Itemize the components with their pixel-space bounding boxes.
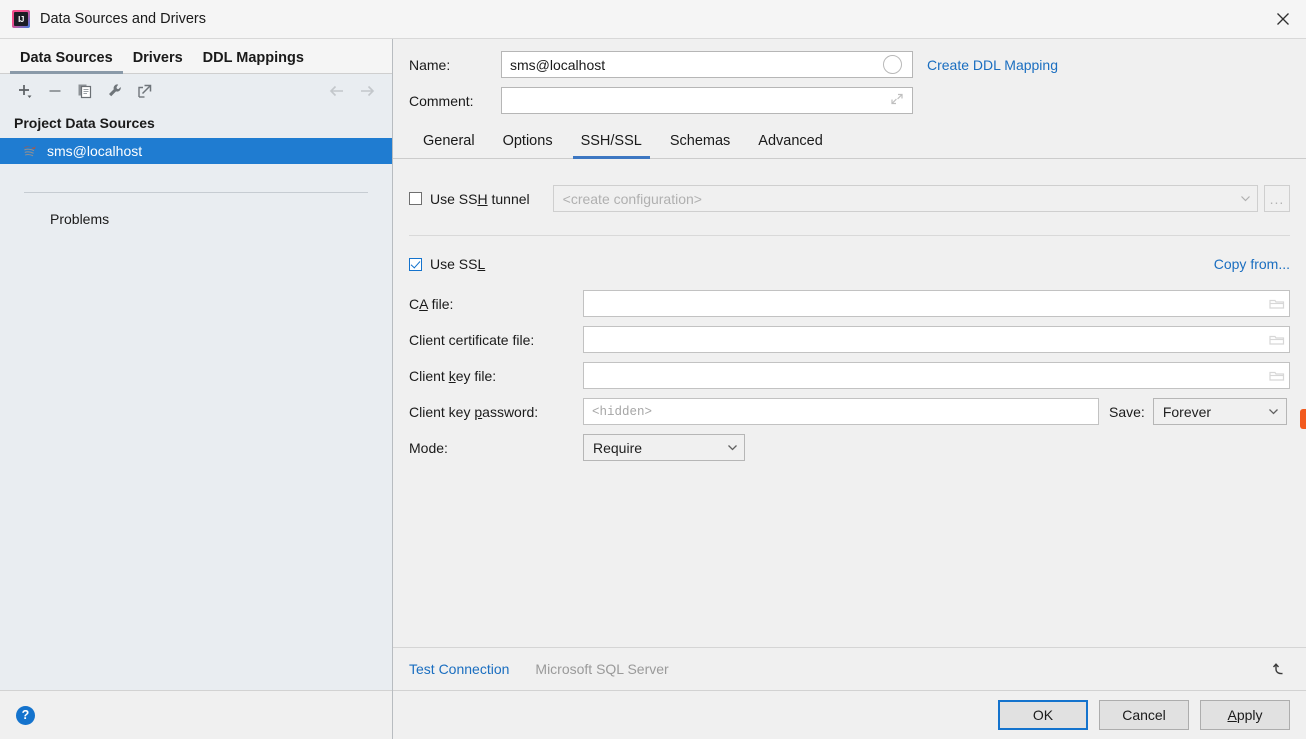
use-ssl-label: Use SSL bbox=[430, 256, 486, 272]
sidebar-tab-bar: Data Sources Drivers DDL Mappings bbox=[0, 39, 392, 74]
tree-item-sms-localhost[interactable]: sms@localhost bbox=[0, 138, 392, 164]
copy-from-link[interactable]: Copy from... bbox=[1214, 256, 1290, 272]
tab-drivers[interactable]: Drivers bbox=[123, 50, 193, 73]
tab-options[interactable]: Options bbox=[489, 133, 567, 158]
folder-icon[interactable] bbox=[1269, 369, 1285, 383]
mode-dropdown[interactable]: Require bbox=[583, 434, 745, 461]
chevron-down-icon bbox=[1239, 193, 1251, 204]
remove-data-source-button[interactable] bbox=[40, 78, 70, 104]
navigate-back-button[interactable] bbox=[322, 78, 352, 104]
test-connection-link[interactable]: Test Connection bbox=[409, 661, 509, 677]
client-certificate-file-input[interactable] bbox=[583, 326, 1290, 353]
details-tab-bar: General Options SSH/SSL Schemas Advanced bbox=[393, 133, 1306, 159]
intellij-idea-icon bbox=[12, 10, 30, 28]
mode-row: Mode: Require bbox=[409, 434, 1290, 461]
folder-icon[interactable] bbox=[1269, 297, 1285, 311]
close-icon[interactable] bbox=[1260, 0, 1306, 38]
navigate-forward-button[interactable] bbox=[352, 78, 382, 104]
ca-file-input[interactable] bbox=[583, 290, 1290, 317]
ca-file-label: CA file: bbox=[409, 295, 454, 312]
sql-server-icon bbox=[22, 143, 38, 159]
client-key-file-input[interactable] bbox=[583, 362, 1290, 389]
folder-icon[interactable] bbox=[1269, 333, 1285, 347]
save-password-value: Forever bbox=[1162, 403, 1212, 420]
ssh-configuration-value: <create configuration> bbox=[562, 190, 702, 207]
project-data-sources-title: Project Data Sources bbox=[0, 108, 392, 138]
mode-label: Mode: bbox=[409, 439, 448, 456]
client-key-password-input[interactable]: <hidden> bbox=[583, 398, 1099, 425]
client-certificate-file-label: Client certificate file: bbox=[409, 331, 535, 348]
client-key-password-row: Client key password: <hidden> Save: Fore… bbox=[409, 398, 1290, 425]
tree-item-label: sms@localhost bbox=[47, 143, 143, 159]
save-label: Save: bbox=[1109, 403, 1145, 420]
use-ssl-row: Use SSL Copy from... bbox=[409, 256, 1290, 272]
title-bar: Data Sources and Drivers bbox=[0, 0, 1306, 39]
duplicate-data-source-button[interactable] bbox=[70, 78, 100, 104]
external-link-icon[interactable] bbox=[130, 78, 160, 104]
tab-advanced[interactable]: Advanced bbox=[744, 133, 837, 158]
section-divider bbox=[409, 235, 1290, 236]
ssh-browse-button[interactable]: ... bbox=[1264, 185, 1290, 212]
comment-input[interactable] bbox=[501, 87, 913, 114]
dialog-body: Data Sources Drivers DDL Mappings Projec… bbox=[0, 39, 1306, 739]
chevron-down-icon bbox=[726, 442, 738, 453]
ssh-configuration-dropdown[interactable]: <create configuration> bbox=[552, 185, 1258, 212]
tab-general[interactable]: General bbox=[409, 133, 489, 158]
checkbox-box bbox=[409, 192, 422, 205]
use-ssh-tunnel-checkbox[interactable]: Use SSH tunnel bbox=[409, 191, 530, 207]
add-data-source-button[interactable] bbox=[10, 78, 40, 104]
help-icon[interactable]: ? bbox=[16, 705, 35, 725]
expand-icon[interactable] bbox=[890, 92, 904, 109]
use-ssh-tunnel-row: Use SSH tunnel <create configuration> ..… bbox=[409, 185, 1290, 212]
client-key-password-placeholder: <hidden> bbox=[592, 404, 653, 419]
apply-button[interactable]: Apply bbox=[1200, 700, 1290, 730]
create-ddl-mapping-link[interactable]: Create DDL Mapping bbox=[927, 57, 1058, 73]
dialog-button-bar: OK Cancel Apply bbox=[393, 690, 1306, 739]
ca-file-row: CA file: bbox=[409, 290, 1290, 317]
tab-data-sources[interactable]: Data Sources bbox=[10, 50, 123, 74]
revert-icon[interactable] bbox=[1272, 660, 1290, 678]
name-input-value: sms@localhost bbox=[510, 56, 606, 73]
comment-row: Comment: bbox=[409, 87, 1290, 114]
data-sources-and-drivers-dialog: Data Sources and Drivers Data Sources Dr… bbox=[0, 0, 1306, 739]
edge-notification-marker bbox=[1300, 409, 1306, 429]
details-panel: Name: sms@localhost Create DDL Mapping C… bbox=[393, 39, 1306, 739]
client-key-file-row: Client key file: bbox=[409, 362, 1290, 389]
chevron-down-icon bbox=[1268, 406, 1280, 417]
cancel-button[interactable]: Cancel bbox=[1099, 700, 1189, 730]
use-ssh-tunnel-label: Use SSH tunnel bbox=[430, 190, 530, 207]
sync-circle-icon[interactable] bbox=[883, 55, 902, 74]
client-key-file-label: Client key file: bbox=[409, 367, 497, 384]
use-ssl-checkbox[interactable]: Use SSL bbox=[409, 256, 485, 272]
database-kind-label: Microsoft SQL Server bbox=[535, 661, 669, 677]
sidebar: Data Sources Drivers DDL Mappings Projec… bbox=[0, 39, 393, 739]
window-title: Data Sources and Drivers bbox=[40, 11, 207, 27]
details-header: Name: sms@localhost Create DDL Mapping C… bbox=[393, 39, 1306, 123]
mode-value: Require bbox=[593, 439, 643, 456]
details-footer: Test Connection Microsoft SQL Server bbox=[393, 647, 1306, 690]
save-password-dropdown[interactable]: Forever bbox=[1152, 398, 1287, 425]
checkbox-box bbox=[409, 257, 422, 271]
name-label: Name: bbox=[409, 56, 451, 73]
problems-label: Problems bbox=[50, 211, 110, 227]
ssl-fields: CA file: Client certificate file: Client… bbox=[409, 290, 1290, 461]
sidebar-footer: ? bbox=[0, 690, 392, 739]
tab-schemas[interactable]: Schemas bbox=[656, 133, 744, 158]
comment-label: Comment: bbox=[409, 92, 474, 109]
tab-ssh-ssl[interactable]: SSH/SSL bbox=[567, 133, 656, 159]
client-certificate-file-row: Client certificate file: bbox=[409, 326, 1290, 353]
ok-button[interactable]: OK bbox=[998, 700, 1088, 730]
name-input[interactable]: sms@localhost bbox=[501, 51, 913, 78]
ssh-ssl-panel: Use SSH tunnel <create configuration> ..… bbox=[393, 159, 1306, 647]
wrench-icon[interactable] bbox=[100, 78, 130, 104]
data-source-tree: sms@localhost Problems bbox=[0, 138, 392, 690]
sidebar-toolbar bbox=[0, 74, 392, 108]
tab-ddl-mappings[interactable]: DDL Mappings bbox=[193, 50, 314, 73]
client-key-password-label: Client key password: bbox=[409, 403, 539, 420]
name-row: Name: sms@localhost Create DDL Mapping bbox=[409, 51, 1290, 78]
